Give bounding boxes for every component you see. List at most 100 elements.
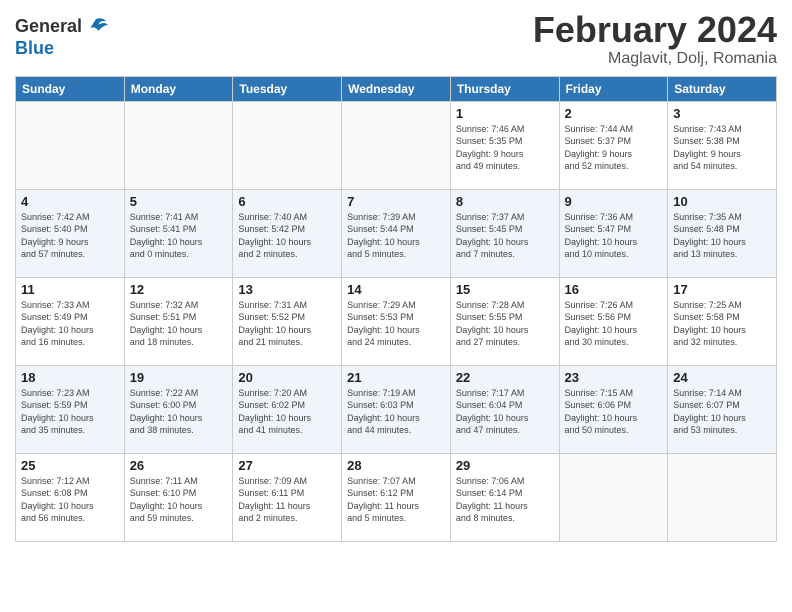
- day-number: 1: [456, 106, 554, 121]
- day-info: Sunrise: 7:07 AM Sunset: 6:12 PM Dayligh…: [347, 475, 445, 525]
- calendar-cell: [668, 453, 777, 541]
- day-number: 4: [21, 194, 119, 209]
- day-info: Sunrise: 7:28 AM Sunset: 5:55 PM Dayligh…: [456, 299, 554, 349]
- day-number: 13: [238, 282, 336, 297]
- col-header-saturday: Saturday: [668, 76, 777, 101]
- day-info: Sunrise: 7:39 AM Sunset: 5:44 PM Dayligh…: [347, 211, 445, 261]
- day-info: Sunrise: 7:17 AM Sunset: 6:04 PM Dayligh…: [456, 387, 554, 437]
- calendar-cell: 29 Sunrise: 7:06 AM Sunset: 6:14 PM Dayli…: [450, 453, 559, 541]
- calendar-cell: 25 Sunrise: 7:12 AM Sunset: 6:08 PM Dayli…: [16, 453, 125, 541]
- calendar-cell: 10 Sunrise: 7:35 AM Sunset: 5:48 PM Dayli…: [668, 189, 777, 277]
- day-info: Sunrise: 7:11 AM Sunset: 6:10 PM Dayligh…: [130, 475, 228, 525]
- day-number: 22: [456, 370, 554, 385]
- col-header-wednesday: Wednesday: [342, 76, 451, 101]
- calendar-cell: 18 Sunrise: 7:23 AM Sunset: 5:59 PM Dayli…: [16, 365, 125, 453]
- day-info: Sunrise: 7:41 AM Sunset: 5:41 PM Dayligh…: [130, 211, 228, 261]
- calendar-cell: 7 Sunrise: 7:39 AM Sunset: 5:44 PM Daylig…: [342, 189, 451, 277]
- day-info: Sunrise: 7:14 AM Sunset: 6:07 PM Dayligh…: [673, 387, 771, 437]
- calendar-cell: 9Sunrise: 7:36 AM Sunset: 5:47 PM Daylig…: [559, 189, 668, 277]
- location: Maglavit, Dolj, Romania: [533, 50, 777, 68]
- header: General Blue February 2024 Maglavit, Dol…: [15, 10, 777, 68]
- day-number: 12: [130, 282, 228, 297]
- day-info: Sunrise: 7:35 AM Sunset: 5:48 PM Dayligh…: [673, 211, 771, 261]
- day-number: 29: [456, 458, 554, 473]
- calendar-cell: 27 Sunrise: 7:09 AM Sunset: 6:11 PM Dayli…: [233, 453, 342, 541]
- day-info: Sunrise: 7:29 AM Sunset: 5:53 PM Dayligh…: [347, 299, 445, 349]
- calendar-cell: 26 Sunrise: 7:11 AM Sunset: 6:10 PM Dayli…: [124, 453, 233, 541]
- day-info: Sunrise: 7:36 AM Sunset: 5:47 PM Dayligh…: [565, 211, 663, 261]
- calendar-week-row: 1 Sunrise: 7:46 AM Sunset: 5:35 PM Daylig…: [16, 101, 777, 189]
- col-header-tuesday: Tuesday: [233, 76, 342, 101]
- calendar-cell: 5Sunrise: 7:41 AM Sunset: 5:41 PM Daylig…: [124, 189, 233, 277]
- day-info: Sunrise: 7:44 AM Sunset: 5:37 PM Dayligh…: [565, 123, 663, 173]
- day-number: 20: [238, 370, 336, 385]
- calendar-cell: 1 Sunrise: 7:46 AM Sunset: 5:35 PM Daylig…: [450, 101, 559, 189]
- calendar-cell: [124, 101, 233, 189]
- logo-blue: Blue: [15, 38, 54, 58]
- day-info: Sunrise: 7:15 AM Sunset: 6:06 PM Dayligh…: [565, 387, 663, 437]
- col-header-friday: Friday: [559, 76, 668, 101]
- calendar: SundayMondayTuesdayWednesdayThursdayFrid…: [15, 76, 777, 542]
- calendar-cell: 23 Sunrise: 7:15 AM Sunset: 6:06 PM Dayli…: [559, 365, 668, 453]
- calendar-cell: 21Sunrise: 7:19 AM Sunset: 6:03 PM Dayli…: [342, 365, 451, 453]
- day-number: 18: [21, 370, 119, 385]
- calendar-cell: 15 Sunrise: 7:28 AM Sunset: 5:55 PM Dayli…: [450, 277, 559, 365]
- day-number: 2: [565, 106, 663, 121]
- month-title: February 2024: [533, 10, 777, 50]
- day-number: 16: [565, 282, 663, 297]
- day-number: 7: [347, 194, 445, 209]
- day-info: Sunrise: 7:19 AM Sunset: 6:03 PM Dayligh…: [347, 387, 445, 437]
- calendar-week-row: 25 Sunrise: 7:12 AM Sunset: 6:08 PM Dayli…: [16, 453, 777, 541]
- day-info: Sunrise: 7:42 AM Sunset: 5:40 PM Dayligh…: [21, 211, 119, 261]
- day-number: 3: [673, 106, 771, 121]
- day-info: Sunrise: 7:33 AM Sunset: 5:49 PM Dayligh…: [21, 299, 119, 349]
- col-header-thursday: Thursday: [450, 76, 559, 101]
- calendar-cell: 20 Sunrise: 7:20 AM Sunset: 6:02 PM Dayli…: [233, 365, 342, 453]
- day-number: 24: [673, 370, 771, 385]
- day-info: Sunrise: 7:25 AM Sunset: 5:58 PM Dayligh…: [673, 299, 771, 349]
- day-info: Sunrise: 7:43 AM Sunset: 5:38 PM Dayligh…: [673, 123, 771, 173]
- day-number: 14: [347, 282, 445, 297]
- calendar-cell: 3 Sunrise: 7:43 AM Sunset: 5:38 PM Daylig…: [668, 101, 777, 189]
- day-info: Sunrise: 7:12 AM Sunset: 6:08 PM Dayligh…: [21, 475, 119, 525]
- calendar-cell: [342, 101, 451, 189]
- calendar-cell: [16, 101, 125, 189]
- calendar-cell: 19 Sunrise: 7:22 AM Sunset: 6:00 PM Dayli…: [124, 365, 233, 453]
- day-info: Sunrise: 7:46 AM Sunset: 5:35 PM Dayligh…: [456, 123, 554, 173]
- col-header-sunday: Sunday: [16, 76, 125, 101]
- day-number: 6: [238, 194, 336, 209]
- day-info: Sunrise: 7:06 AM Sunset: 6:14 PM Dayligh…: [456, 475, 554, 525]
- calendar-cell: [559, 453, 668, 541]
- title-section: February 2024 Maglavit, Dolj, Romania: [533, 10, 777, 68]
- day-number: 28: [347, 458, 445, 473]
- day-info: Sunrise: 7:22 AM Sunset: 6:00 PM Dayligh…: [130, 387, 228, 437]
- day-number: 19: [130, 370, 228, 385]
- calendar-cell: 14 Sunrise: 7:29 AM Sunset: 5:53 PM Dayli…: [342, 277, 451, 365]
- logo-bird-icon: [84, 15, 108, 39]
- day-info: Sunrise: 7:26 AM Sunset: 5:56 PM Dayligh…: [565, 299, 663, 349]
- day-number: 15: [456, 282, 554, 297]
- day-number: 11: [21, 282, 119, 297]
- calendar-cell: 11 Sunrise: 7:33 AM Sunset: 5:49 PM Dayli…: [16, 277, 125, 365]
- day-number: 25: [21, 458, 119, 473]
- day-number: 8: [456, 194, 554, 209]
- calendar-cell: 13 Sunrise: 7:31 AM Sunset: 5:52 PM Dayli…: [233, 277, 342, 365]
- logo: General Blue: [15, 15, 108, 59]
- day-number: 27: [238, 458, 336, 473]
- calendar-cell: 16 Sunrise: 7:26 AM Sunset: 5:56 PM Dayli…: [559, 277, 668, 365]
- day-info: Sunrise: 7:20 AM Sunset: 6:02 PM Dayligh…: [238, 387, 336, 437]
- day-number: 23: [565, 370, 663, 385]
- calendar-cell: 12Sunrise: 7:32 AM Sunset: 5:51 PM Dayli…: [124, 277, 233, 365]
- calendar-cell: 17Sunrise: 7:25 AM Sunset: 5:58 PM Dayli…: [668, 277, 777, 365]
- calendar-cell: 8 Sunrise: 7:37 AM Sunset: 5:45 PM Daylig…: [450, 189, 559, 277]
- calendar-cell: 28 Sunrise: 7:07 AM Sunset: 6:12 PM Dayli…: [342, 453, 451, 541]
- logo-general: General: [15, 17, 82, 37]
- day-number: 26: [130, 458, 228, 473]
- day-number: 10: [673, 194, 771, 209]
- day-info: Sunrise: 7:31 AM Sunset: 5:52 PM Dayligh…: [238, 299, 336, 349]
- page: General Blue February 2024 Maglavit, Dol…: [0, 0, 792, 612]
- day-info: Sunrise: 7:37 AM Sunset: 5:45 PM Dayligh…: [456, 211, 554, 261]
- day-info: Sunrise: 7:23 AM Sunset: 5:59 PM Dayligh…: [21, 387, 119, 437]
- calendar-cell: 2 Sunrise: 7:44 AM Sunset: 5:37 PM Daylig…: [559, 101, 668, 189]
- day-info: Sunrise: 7:09 AM Sunset: 6:11 PM Dayligh…: [238, 475, 336, 525]
